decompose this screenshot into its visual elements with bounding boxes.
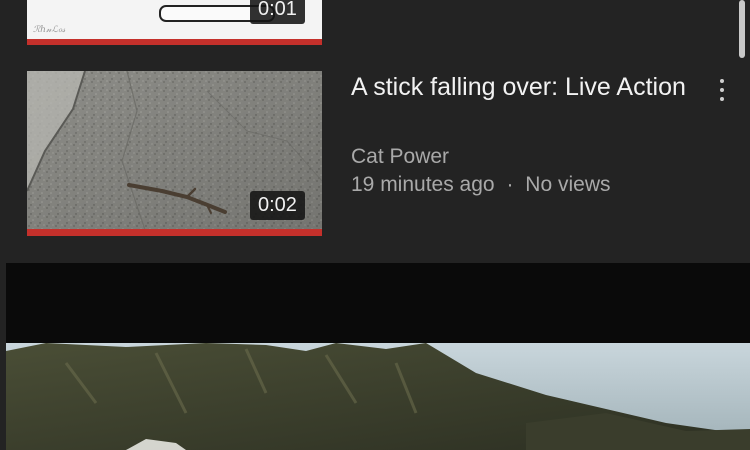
more-vert-icon-dot [720,88,724,92]
more-options-button[interactable] [708,72,736,108]
channel-name[interactable]: Cat Power [351,143,449,171]
landscape-image [6,343,750,450]
video-metadata: 19 minutes ago · No views [351,171,611,199]
upload-age: 19 minutes ago [351,173,495,196]
watched-progress-bar [27,39,322,45]
video-thumbnail[interactable]: 0:02 [27,71,322,236]
video-player[interactable] [6,263,750,450]
duration-badge: 0:01 [250,0,305,24]
more-vert-icon [720,79,724,83]
previous-video-thumbnail[interactable]: ℛℎ𝓃ℒℴ𝓈 0:01 [27,0,322,45]
player-frame [6,343,750,450]
metadata-separator: · [506,173,514,196]
more-vert-icon-dot [720,97,724,101]
watched-progress-bar [27,229,322,236]
youtube-feed-page: ℛℎ𝓃ℒℴ𝓈 0:01 0:02 A stick falling over: L… [0,0,750,450]
scrollbar[interactable] [739,0,745,58]
view-count: No views [525,173,611,196]
thumbnail-signature: ℛℎ𝓃ℒℴ𝓈 [33,25,66,35]
video-title[interactable]: A stick falling over: Live Action [351,71,696,104]
duration-badge: 0:02 [250,191,305,220]
